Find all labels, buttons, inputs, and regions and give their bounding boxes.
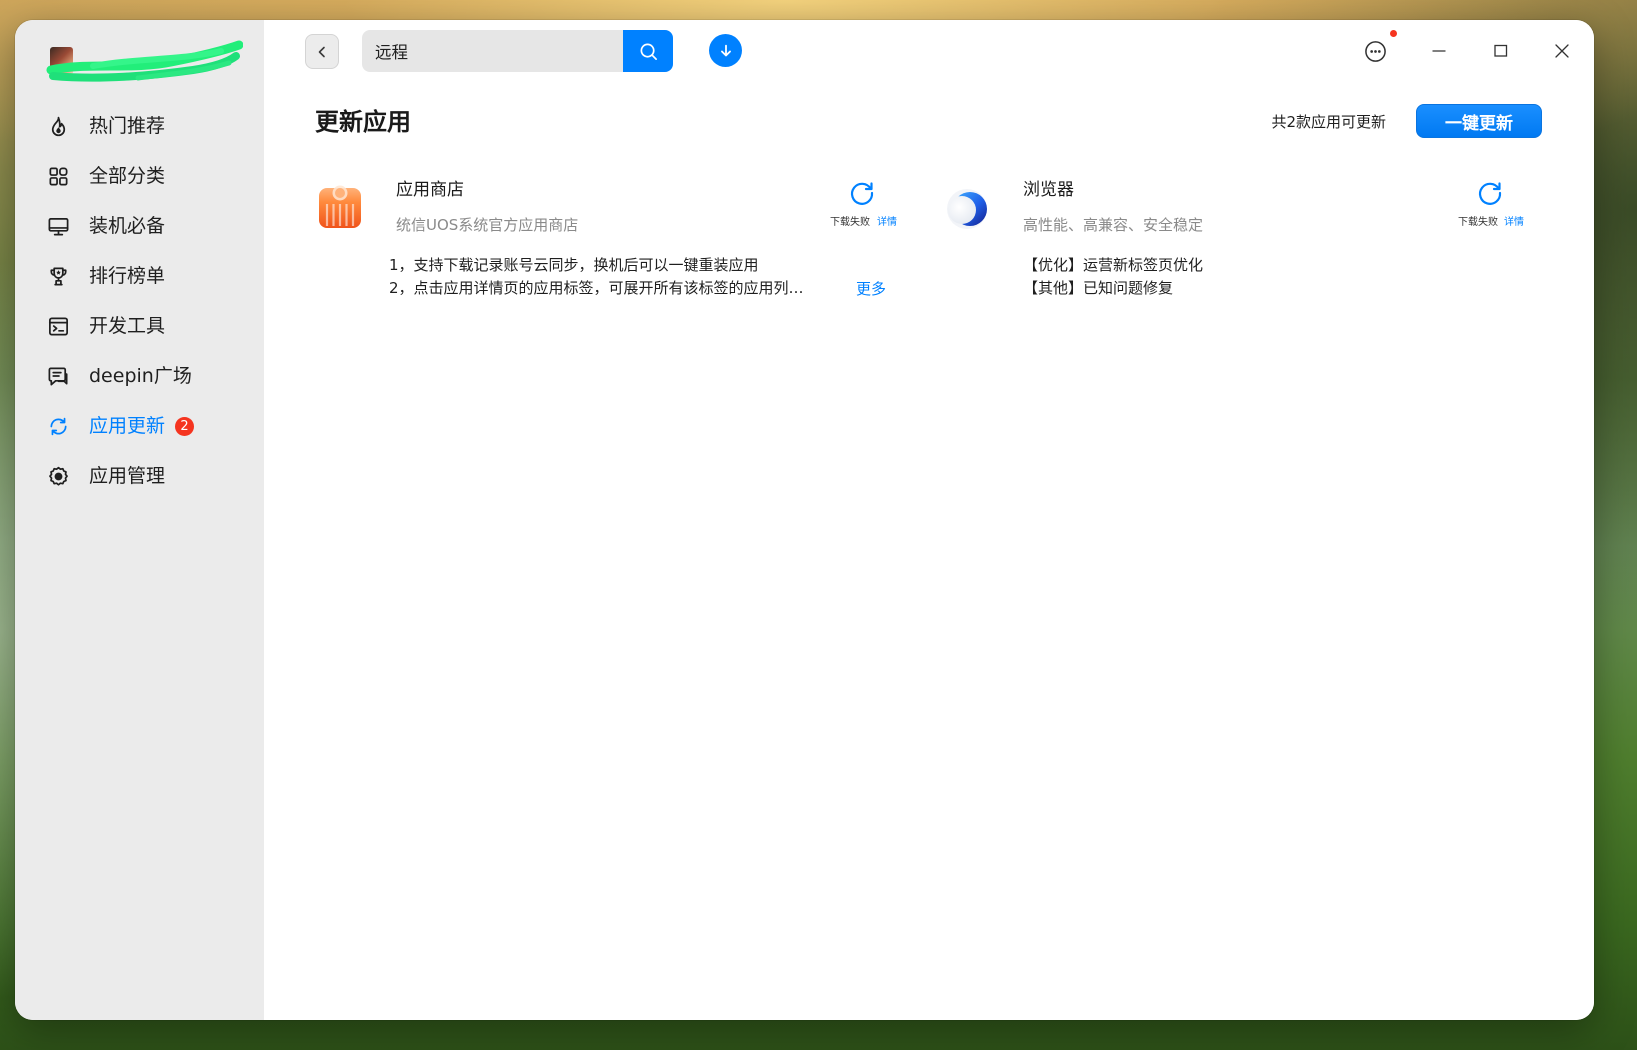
redaction-scribble <box>46 40 243 82</box>
chevron-left-icon <box>318 46 325 57</box>
main-panel: 更新应用 共2款应用可更新 一键更新 <box>264 20 1594 1020</box>
minimize-button[interactable] <box>1422 34 1456 68</box>
release-note-line: 【优化】运营新标签页优化 <box>1023 256 1204 274</box>
maximize-button[interactable] <box>1484 34 1518 68</box>
sidebar: 热门推荐 全部分类 装机必备 排行榜单 开发工具 deepin广场 应用更新 2… <box>15 20 264 1020</box>
trophy-icon <box>50 266 67 286</box>
maximize-icon <box>1494 44 1508 57</box>
sidebar-item-deepin-square[interactable]: deepin广场 <box>15 351 264 401</box>
sidebar-item-label: 全部分类 <box>89 165 166 187</box>
search-box <box>362 30 673 72</box>
release-note-line: 【其他】已知问题修复 <box>1023 279 1174 297</box>
update-count-summary: 共2款应用可更新 <box>1271 113 1386 131</box>
close-icon <box>1555 44 1569 58</box>
search-input[interactable] <box>362 30 623 72</box>
chat-icon <box>48 366 68 386</box>
sidebar-item-label: deepin广场 <box>89 365 192 387</box>
app-store-icon[interactable] <box>316 183 364 231</box>
sidebar-item-app-updates[interactable]: 应用更新 2 <box>15 401 264 451</box>
browser-icon[interactable] <box>942 185 990 233</box>
sidebar-item-label: 应用更新 <box>89 415 166 437</box>
update-count-badge: 2 <box>175 416 195 436</box>
monitor-icon <box>48 217 69 236</box>
search-icon <box>640 43 657 60</box>
sidebar-item-all-categories[interactable]: 全部分类 <box>15 151 264 201</box>
back-button[interactable] <box>305 34 339 69</box>
sidebar-nav: 热门推荐 全部分类 装机必备 排行榜单 开发工具 deepin广场 应用更新 2… <box>15 101 264 501</box>
sidebar-item-label: 应用管理 <box>89 465 166 487</box>
details-link[interactable]: 详情 <box>877 217 897 229</box>
refresh-icon <box>50 417 67 435</box>
app-subtitle: 高性能、高兼容、安全稳定 <box>1023 216 1204 234</box>
download-status: 下载失败 <box>830 217 870 228</box>
app-subtitle: 统信UOS系统官方应用商店 <box>396 216 579 234</box>
download-manager-button[interactable] <box>709 34 742 67</box>
sidebar-item-label: 排行榜单 <box>89 265 166 287</box>
sidebar-item-label: 开发工具 <box>89 315 166 337</box>
app-update-card: 应用商店 统信UOS系统官方应用商店 下载失败 详情 1，支持下载记录账号云同步… <box>316 180 916 310</box>
close-button[interactable] <box>1545 34 1579 68</box>
more-icon <box>1364 40 1386 62</box>
sidebar-item-rankings[interactable]: 排行榜单 <box>15 251 264 301</box>
page-title: 更新应用 <box>315 108 411 136</box>
details-link[interactable]: 详情 <box>1504 217 1524 229</box>
app-name[interactable]: 应用商店 <box>396 180 464 200</box>
gear-icon <box>49 466 68 486</box>
app-store-window: 热门推荐 全部分类 装机必备 排行榜单 开发工具 deepin广场 应用更新 2… <box>15 20 1594 1020</box>
update-all-button[interactable]: 一键更新 <box>1416 104 1542 138</box>
sidebar-item-dev-tools[interactable]: 开发工具 <box>15 301 264 351</box>
app-update-card: 浏览器 高性能、高兼容、安全稳定 下载失败 详情 【优化】运营新标签页优化 【其… <box>942 180 1542 310</box>
more-link[interactable]: 更多 <box>856 278 886 301</box>
search-button[interactable] <box>623 30 673 72</box>
minimize-icon <box>1432 50 1446 52</box>
release-note-line: 1，支持下载记录账号云同步，换机后可以一键重装应用 <box>389 256 759 274</box>
retry-refresh-icon[interactable] <box>848 179 876 207</box>
sidebar-item-essentials[interactable]: 装机必备 <box>15 201 264 251</box>
release-notes: 1，支持下载记录账号云同步，换机后可以一键重装应用 2，点击应用详情页的应用标签… <box>389 254 804 300</box>
sidebar-item-hot-recommend[interactable]: 热门推荐 <box>15 101 264 151</box>
download-status: 下载失败 <box>1458 217 1498 228</box>
sidebar-item-label: 装机必备 <box>89 215 166 237</box>
grid-icon <box>49 166 68 186</box>
sidebar-item-app-management[interactable]: 应用管理 <box>15 451 264 501</box>
fire-icon <box>51 116 66 136</box>
sidebar-item-label: 热门推荐 <box>89 115 166 137</box>
app-name[interactable]: 浏览器 <box>1023 180 1074 200</box>
main-menu-button[interactable] <box>1358 34 1392 68</box>
retry-refresh-icon[interactable] <box>1476 179 1504 207</box>
download-icon <box>720 44 731 56</box>
terminal-icon <box>49 316 68 336</box>
release-note-line: 2，点击应用详情页的应用标签，可展开所有该标签的应用列… <box>389 279 804 297</box>
release-notes: 【优化】运营新标签页优化 【其他】已知问题修复 <box>1023 254 1203 300</box>
notification-dot <box>1390 30 1397 37</box>
